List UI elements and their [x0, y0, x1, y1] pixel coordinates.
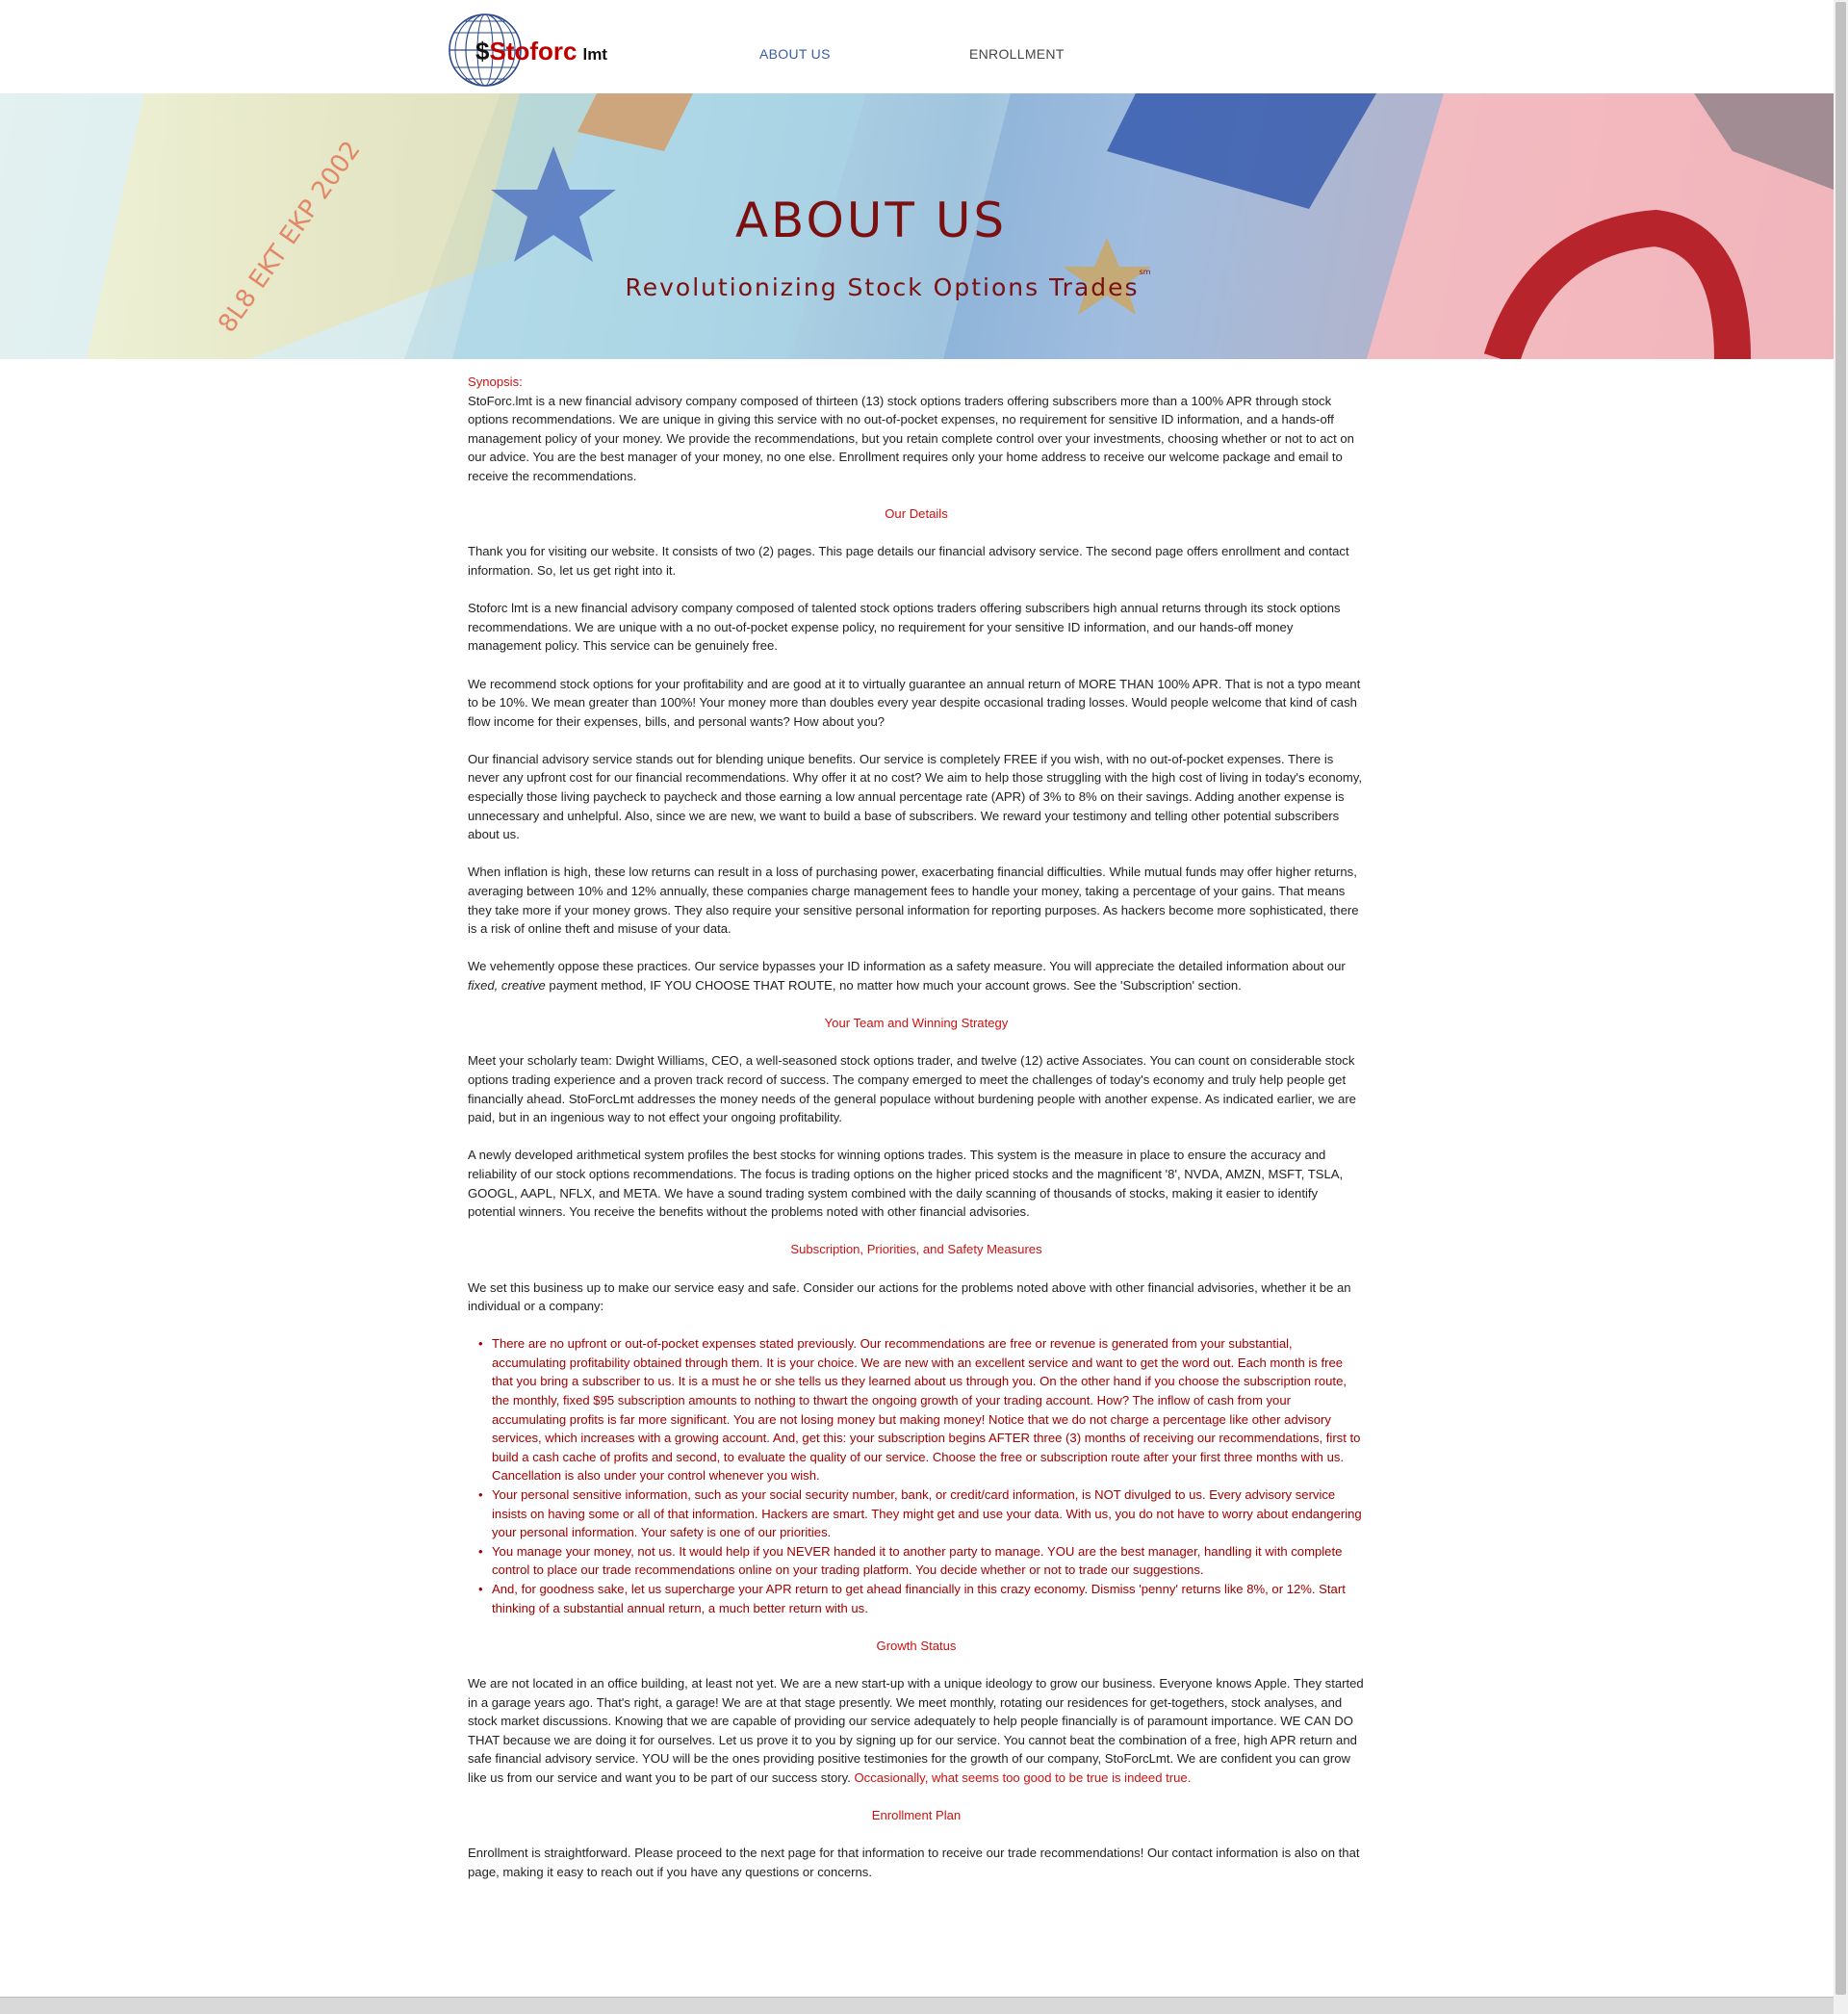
nav-about-us[interactable]: ABOUT US [759, 46, 831, 62]
scrollbar-thumb[interactable] [1835, 2, 1846, 1995]
details-emphasis: fixed, creative [468, 978, 546, 993]
logo-dollar: $ [475, 37, 490, 65]
team-paragraph: Meet your scholarly team: Dwight William… [468, 1053, 1356, 1125]
details-paragraph: We vehemently oppose these practices. Ou… [468, 957, 1365, 994]
main-content: Synopsis: StoForc.lmt is a new financial… [468, 373, 1365, 1882]
details-text: We vehemently oppose these practices. Ou… [468, 959, 1346, 974]
list-item: There are no upfront or out-of-pocket ex… [478, 1334, 1365, 1485]
synopsis-text: StoForc.lmt is a new financial advisory … [468, 393, 1354, 483]
section-heading-growth: Growth Status [876, 1638, 957, 1653]
page-footer-bar [0, 1997, 1834, 2014]
team-paragraph: A newly developed arithmetical system pr… [468, 1148, 1344, 1220]
details-paragraph: Stoforc lmt is a new financial advisory … [468, 601, 1341, 654]
section-heading-team: Your Team and Winning Strategy [824, 1016, 1009, 1031]
growth-paragraph: We are not located in an office building… [468, 1674, 1365, 1788]
growth-text: We are not located in an office building… [468, 1675, 1364, 1785]
page-title: ABOUT US [734, 193, 1008, 248]
service-mark: sm [1139, 268, 1151, 276]
list-item: You manage your money, not us. It would … [478, 1542, 1365, 1580]
page-subtitle: Revolutionizing Stock Options Tradessm [0, 268, 1776, 301]
enrollment-paragraph: Enrollment is straightforward. Please pr… [468, 1846, 1360, 1879]
details-paragraph: When inflation is high, these low return… [468, 865, 1359, 937]
hero-banner: 8L8 EKT EKP 2002 ABOUT US Revolutionizin… [0, 93, 1834, 359]
list-item: Your personal sensitive information, suc… [478, 1485, 1365, 1542]
site-header: $Stoforc lmt ABOUT US ENROLLMENT [0, 0, 1834, 93]
synopsis-label: Synopsis: [468, 374, 523, 389]
growth-highlight: Occasionally, what seems too good to be … [854, 1769, 1192, 1785]
nav-enrollment[interactable]: ENROLLMENT [969, 46, 1065, 62]
section-heading-enrollment: Enrollment Plan [871, 1808, 962, 1823]
site-logo[interactable]: $Stoforc lmt [447, 12, 607, 89]
details-paragraph: Thank you for visiting our website. It c… [468, 544, 1349, 578]
subtitle-text: Revolutionizing Stock Options Trades [625, 273, 1140, 301]
logo-suffix: lmt [582, 45, 607, 64]
section-heading-details: Our Details [885, 506, 948, 522]
details-paragraph: Our financial advisory service stands ou… [468, 751, 1362, 842]
details-paragraph: We recommend stock options for your prof… [468, 676, 1361, 729]
section-heading-subscription: Subscription, Priorities, and Safety Mea… [790, 1242, 1042, 1257]
subscription-paragraph: We set this business up to make our serv… [468, 1279, 1351, 1314]
details-text: payment method, IF YOU CHOOSE THAT ROUTE… [545, 978, 1242, 993]
benefits-list: There are no upfront or out-of-pocket ex… [468, 1334, 1365, 1617]
logo-text: $Stoforc lmt [475, 37, 607, 66]
logo-brand: Stoforc [489, 37, 578, 65]
list-item: And, for goodness sake, let us superchar… [478, 1580, 1365, 1617]
